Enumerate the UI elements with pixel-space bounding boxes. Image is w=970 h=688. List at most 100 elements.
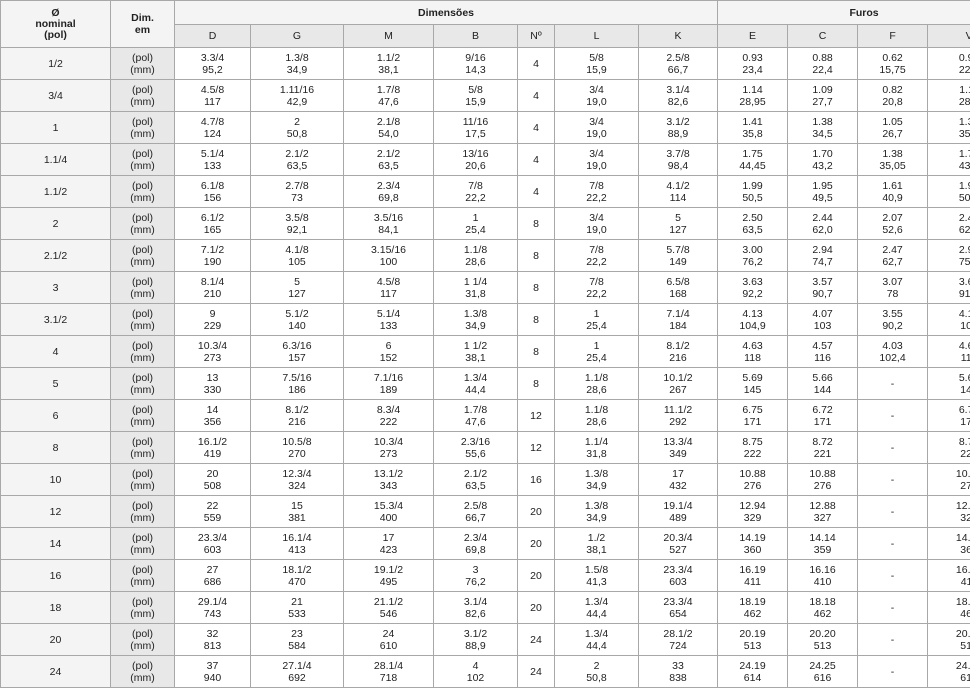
- value-mm: 692: [288, 671, 306, 684]
- value-pol: 1.99: [742, 179, 763, 192]
- value-mm: 88,9: [667, 127, 689, 140]
- value-mm: 330: [203, 383, 222, 396]
- value-cell-n: 8: [517, 303, 555, 336]
- value-pol: 0.93: [742, 51, 763, 64]
- value-pol: 5.1/4: [200, 147, 225, 160]
- value-cell-m: 24 610: [343, 623, 434, 656]
- unit-mm: (mm): [130, 223, 155, 236]
- value-cell-n: 20: [517, 495, 555, 528]
- value-mm: 603: [669, 575, 687, 588]
- value-pol: -: [890, 633, 895, 646]
- value-pol: 1.1/8: [584, 371, 609, 384]
- value-mm: 38,1: [378, 63, 399, 76]
- unit-cell: (pol) (mm): [110, 655, 175, 688]
- table-row: 2.1/2 (pol) (mm) 7.1/2 190 4.1/8 105 3.15/16 100…: [0, 239, 970, 272]
- value-pol: 2.3/4: [376, 179, 401, 192]
- value-mm: 31,8: [586, 447, 607, 460]
- value-cell-d: 5.1/4 133: [174, 143, 251, 176]
- value-pol: 0.88: [812, 51, 833, 64]
- value-mm: 50,0: [958, 191, 970, 204]
- value-cell-g: 4.1/8 105: [250, 239, 344, 272]
- value-mm: 50,8: [586, 671, 607, 684]
- value-mm: 462: [960, 607, 970, 620]
- value-pol: 1.3/4: [584, 627, 609, 640]
- unit-pol: (pol): [131, 307, 153, 320]
- value-mm: 44,45: [739, 159, 766, 172]
- value-mm: 118: [744, 351, 761, 364]
- value-mm: 190: [203, 255, 222, 268]
- value-mm: 15,9: [465, 95, 486, 108]
- value-cell-f: 4.03 102,4: [857, 335, 929, 368]
- value-pol: 4.13: [742, 307, 763, 320]
- value-cell-m: 3.15/16 100: [343, 239, 434, 272]
- value-cell-l: 7/8 22,2: [554, 175, 639, 208]
- value-mm: 117: [960, 351, 970, 364]
- value-cell-m: 2.1/2 63,5: [343, 143, 434, 176]
- value-pol: 10.3/4: [373, 435, 404, 448]
- value-cell-c: 5.66 144: [787, 367, 859, 400]
- value-mm: 100: [379, 255, 398, 268]
- value-cell-v: 24.25616: [927, 655, 970, 688]
- value-mm: 343: [379, 479, 398, 492]
- value-mm: 19,0: [586, 95, 607, 108]
- column-header-d: D: [174, 24, 251, 48]
- nominal-size-cell: 12: [0, 495, 111, 528]
- value-pol: 16.1/4: [282, 531, 312, 544]
- value-pol: 18.18: [809, 595, 836, 608]
- value-cell-n: 4: [517, 143, 555, 176]
- value-pol: 13.3/4: [663, 435, 693, 448]
- unit-mm: (mm): [130, 351, 155, 364]
- unit-pol: (pol): [131, 435, 153, 448]
- value-cell-e: 5.69 145: [717, 367, 789, 400]
- value-mm: 360: [743, 543, 762, 556]
- value-mm: 273: [203, 351, 222, 364]
- value-cell-c: 6.72 171: [787, 399, 859, 432]
- value-pol: 1.3/4: [584, 595, 609, 608]
- value-cell-n: 20: [517, 527, 555, 560]
- value-cell-b: 1.1/8 28,6: [433, 239, 518, 272]
- value-pol: 9: [209, 307, 216, 320]
- value-cell-c: 20.20 513: [787, 623, 859, 656]
- value-mm: 75,4: [958, 255, 970, 268]
- unit-cell: (pol) (mm): [110, 399, 175, 432]
- value-pol: 8.1/2: [285, 403, 309, 416]
- value-mm: 171: [960, 415, 970, 428]
- value-cell-m: 15.3/4 400: [343, 495, 434, 528]
- value-cell-d: 4.7/8 124: [174, 111, 251, 144]
- value-pol: 3/4: [589, 115, 604, 128]
- unit-pol: (pol): [131, 659, 153, 672]
- value-cell-b: 1.3/8 34,9: [433, 303, 518, 336]
- nominal-size-cell: 20: [0, 623, 111, 656]
- value-mm: 222: [379, 415, 398, 428]
- value-cell-m: 8.3/4 222: [343, 399, 434, 432]
- value-mm: 210: [203, 287, 222, 300]
- value-mm: 105: [288, 255, 306, 268]
- value-pol: 1.3/8: [584, 467, 609, 480]
- value-cell-l: 7/8 22,2: [554, 239, 639, 272]
- unit-mm: (mm): [130, 479, 155, 492]
- value-cell-f: 2.07 52,6: [857, 207, 929, 240]
- value-cell-n: 4: [517, 111, 555, 144]
- value-mm: 411: [744, 575, 761, 588]
- value-pol: 12.88: [809, 499, 836, 512]
- table-row: 24 (pol) (mm) 37 940 27.1/4 692 28.1/4 718 4 102 24…: [0, 655, 970, 688]
- value-cell-d: 7.1/2 190: [174, 239, 251, 272]
- unit-mm: (mm): [130, 543, 155, 556]
- value-pol: 0.62: [882, 51, 903, 64]
- value-pol: 14: [206, 403, 219, 416]
- value-mm: 328: [960, 511, 970, 524]
- nominal-size-cell: 14: [0, 527, 111, 560]
- value-mm: 186: [288, 383, 306, 396]
- value-mm: 495: [379, 575, 398, 588]
- value-mm: 88,9: [465, 639, 486, 652]
- value-cell-g: 16.1/4 413: [250, 527, 344, 560]
- unit-cell: (pol) (mm): [110, 623, 175, 656]
- value-pol: 1.61: [882, 179, 903, 192]
- value-mm: 584: [288, 639, 306, 652]
- unit-cell: (pol) (mm): [110, 303, 175, 336]
- value-cell-k: 19.1/4 489: [637, 495, 719, 528]
- value-cell-e: 18.19 462: [717, 591, 789, 624]
- value-pol: 12.94: [739, 499, 766, 512]
- value-cell-m: 6 152: [343, 335, 434, 368]
- value-pol: 1.75: [742, 147, 763, 160]
